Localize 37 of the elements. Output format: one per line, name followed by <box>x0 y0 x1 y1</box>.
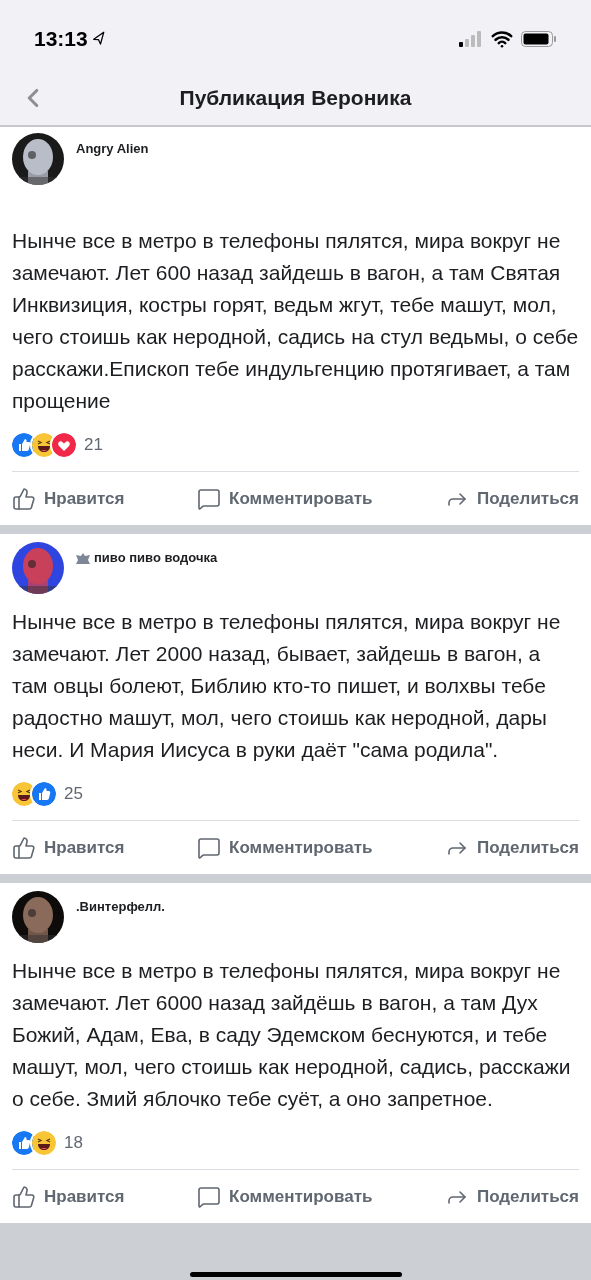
speech-bubble-icon <box>197 1184 221 1209</box>
thumbs-up-icon <box>12 835 36 860</box>
reaction-count[interactable]: 25 <box>64 781 83 807</box>
author-name[interactable]: Angry Alien <box>76 139 149 159</box>
author-name[interactable]: .Винтерфелл. <box>76 897 165 917</box>
like-button[interactable]: Нравится <box>12 834 125 861</box>
heart-reaction-icon <box>52 433 76 457</box>
like-reaction-icon <box>32 782 56 806</box>
comment-button[interactable]: Комментировать <box>197 1183 373 1210</box>
comment-button[interactable]: Комментировать <box>197 834 373 861</box>
like-reaction-icon <box>12 433 36 457</box>
author-name[interactable]: пиво пиво водочка <box>94 548 218 568</box>
location-arrow-icon <box>90 30 107 48</box>
like-button[interactable]: Нравится <box>12 485 125 512</box>
like-button[interactable]: Нравится <box>12 1183 125 1210</box>
thumbs-up-icon <box>12 486 36 511</box>
laughing-reaction-icon <box>32 1131 56 1155</box>
reaction-count[interactable]: 21 <box>84 432 103 458</box>
laughing-reaction-icon <box>12 782 36 806</box>
post-text: Нынче все в метро в телефоны пялятся, мира вокруг не замечают. Лет 600 назад зайдешь в вагон, а там Святая Инквизиция, костры горят, ведьм жгут, тебе машут, мол, чего стоишь как неродной, садись на стул ведьмы, о себе расскажи.Епископ тебе индульгенцию протягивает, а там прощение <box>12 228 579 414</box>
like-reaction-icon <box>12 1131 36 1155</box>
page-title: Публикация Вероника <box>179 84 412 111</box>
speech-bubble-icon <box>197 486 221 511</box>
comment-button[interactable]: Комментировать <box>197 485 373 512</box>
battery-icon <box>521 31 557 47</box>
wifi-icon <box>491 28 513 50</box>
share-button[interactable]: Поделиться <box>444 1183 579 1210</box>
status-time: 13:13 <box>34 26 88 53</box>
speech-bubble-icon <box>197 835 221 860</box>
share-button[interactable]: Поделиться <box>444 834 579 861</box>
signal-icon <box>459 31 483 47</box>
post-text: Нынче все в метро в телефоны пялятся, мира вокруг не замечают. Лет 6000 назад зайдёшь в вагон, а там Дух Божий, Адам, Ева, в саду Эдемском беснуются, и тебе машут, мол, чего стоишь как неродной, садись, расскажи о себе. Змий яблочко тебе суёт, а оно запретное. <box>12 958 572 1112</box>
share-button[interactable]: Поделиться <box>444 485 579 512</box>
thumbs-up-icon <box>12 1184 36 1209</box>
reaction-count[interactable]: 18 <box>64 1130 83 1156</box>
post-text: Нынче все в метро в телефоны пялятся, мира вокруг не замечают. Лет 2000 назад, бывает, зайдешь в вагон, а там овцы болеют, Библию кто-то пишет, и волхвы тебе радостно машут, мол, чего стоишь как неродной, дары неси. И Мария Иисуса в руки даёт "сама родила". <box>12 609 562 763</box>
laughing-reaction-icon <box>32 433 56 457</box>
